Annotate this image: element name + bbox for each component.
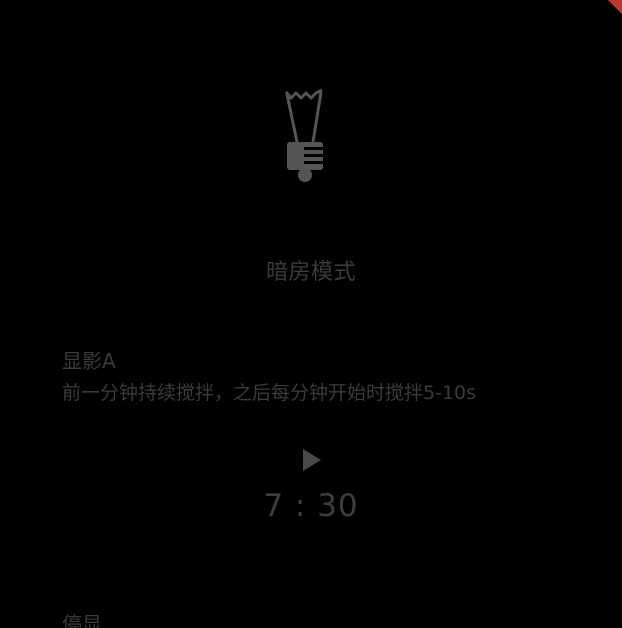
play-button[interactable]: [300, 447, 324, 473]
timer-display: 7 : 30: [263, 488, 359, 524]
next-section-title: 停显: [62, 612, 102, 628]
mode-title: 暗房模式: [265, 260, 356, 285]
corner-ribbon: [607, 0, 622, 15]
step-title: 显影A: [62, 349, 116, 373]
play-icon: [303, 449, 321, 471]
darkroom-screen: 暗房模式 显影A 前一分钟持续搅拌，之后每分钟开始时搅拌5-10s 7 : 30…: [0, 0, 622, 628]
step-description: 前一分钟持续搅拌，之后每分钟开始时搅拌5-10s: [62, 382, 477, 404]
lightbulb-icon: [282, 86, 328, 184]
